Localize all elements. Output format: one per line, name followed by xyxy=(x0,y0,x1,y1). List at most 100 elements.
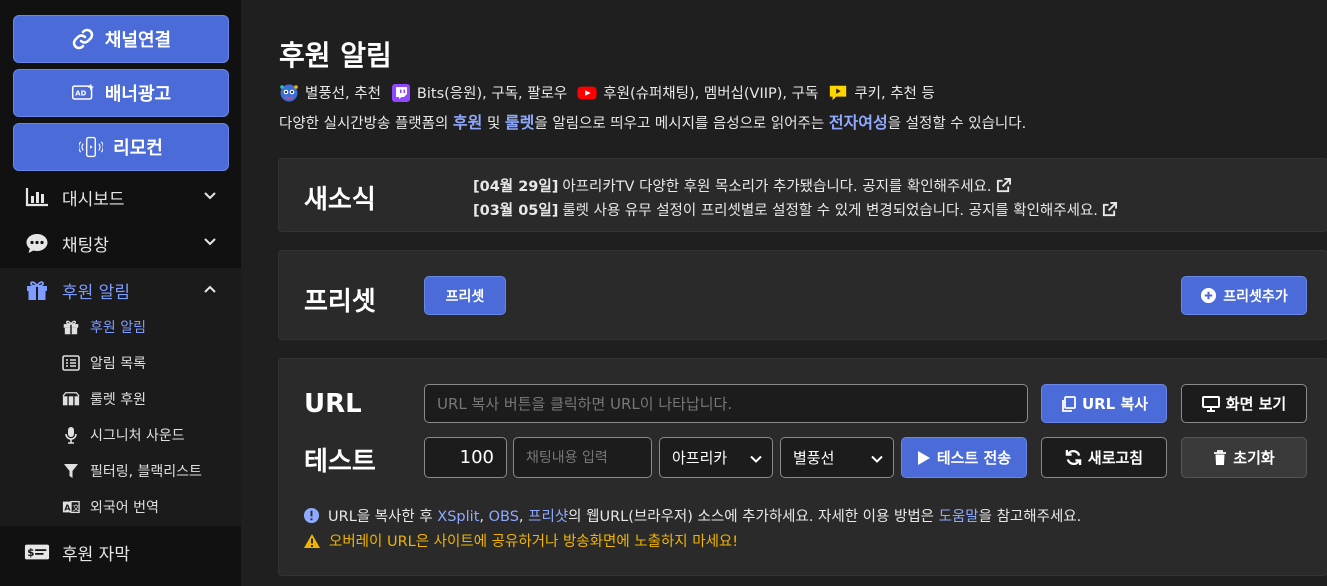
warning-note: 오버레이 URL은 사이트에 공유하거나 방송화면에 노출하지 마세요! xyxy=(303,530,738,551)
add-preset-button[interactable]: 프리셋추가 xyxy=(1181,276,1307,315)
chevron-down-icon xyxy=(204,192,216,200)
banner-ad-label: 배너광고 xyxy=(104,84,172,105)
reset-label: 초기화 xyxy=(1233,449,1275,467)
sidebar: 채널연결 AD 배너광고 리모컨 대시보드 채팅창 후원 알림 후원 알림 알림… xyxy=(0,0,241,586)
refresh-button[interactable]: 새로고침 xyxy=(1041,437,1167,478)
refresh-label: 새로고침 xyxy=(1087,449,1144,467)
donation-type-select[interactable]: 별풍선 xyxy=(780,437,894,478)
submenu-donation-alert[interactable]: 후원 알림 xyxy=(62,312,146,342)
news-item[interactable]: [04월 29일] 아프리카TV 다양한 후원 목소리가 추가됐습니다. 공지를… xyxy=(473,175,1011,196)
url-label: URL xyxy=(304,389,362,419)
preset-label: 프리셋 xyxy=(304,287,376,317)
channel-connect-button[interactable]: 채널연결 xyxy=(13,15,229,63)
service-description: 다양한 실시간방송 플랫폼의 후원 및 룰렛을 알림으로 띄우고 메시지를 음성… xyxy=(279,109,1026,133)
view-screen-button[interactable]: 화면 보기 xyxy=(1181,384,1307,423)
platform-description: 별풍선, 추천 Bits(응원), 구독, 팔로우 후원(슈퍼채팅), 멤버십(… xyxy=(279,82,935,103)
highlight-donation: 후원 xyxy=(452,113,483,132)
kakao-tv-icon xyxy=(828,83,848,103)
desc-twitch: Bits(응원), 구독, 팔로우 xyxy=(416,86,568,102)
menu-dashboard[interactable]: 대시보드 xyxy=(0,175,241,219)
submenu-translation[interactable]: A文 외국어 번역 xyxy=(62,492,159,522)
submenu-filtering[interactable]: 필터링, 블랙리스트 xyxy=(62,456,202,486)
bar-chart-icon xyxy=(24,186,50,208)
submenu-signature-sound[interactable]: 시그니처 사운드 xyxy=(62,420,185,450)
help-link[interactable]: 도움말 xyxy=(939,509,979,525)
platform-select-value: 아프리카 xyxy=(672,449,728,467)
test-label: 테스트 xyxy=(304,447,376,477)
svg-text:A: A xyxy=(64,503,71,513)
external-link-icon[interactable] xyxy=(996,178,1011,193)
main-content: 후원 알림 별풍선, 추천 Bits(응원), 구독, 팔로우 후원(슈퍼채팅)… xyxy=(241,0,1327,586)
plus-circle-icon xyxy=(1201,287,1217,304)
menu-dashboard-label: 대시보드 xyxy=(62,189,125,210)
roulette-icon xyxy=(62,391,80,407)
remote-icon xyxy=(79,136,104,158)
url-input[interactable] xyxy=(424,384,1028,423)
info-text: , xyxy=(479,509,489,525)
menu-donation-alert[interactable]: 후원 알림 xyxy=(0,268,241,312)
copy-icon xyxy=(1062,395,1076,412)
info-text: 의 웹URL(브라우저) 소스에 추가하세요. 자세한 이용 방법은 xyxy=(568,509,939,525)
chevron-up-icon xyxy=(204,285,216,293)
preset-card: 프리셋 프리셋 프리셋추가 xyxy=(278,250,1327,340)
remote-control-label: 리모컨 xyxy=(113,138,163,159)
banner-ad-button[interactable]: AD 배너광고 xyxy=(13,69,229,117)
obs-link[interactable]: OBS xyxy=(489,509,519,525)
test-send-button[interactable]: 테스트 전송 xyxy=(901,437,1027,478)
news-label: 새소식 xyxy=(304,185,376,215)
info-text: , xyxy=(518,509,529,525)
news-text: 아프리카TV 다양한 후원 목소리가 추가됐습니다. 공지를 확인해주세요. xyxy=(562,179,992,195)
submenu-alert-list[interactable]: 알림 목록 xyxy=(62,348,146,378)
submenu-roulette[interactable]: 룰렛 후원 xyxy=(62,384,146,414)
menu-chat-label: 채팅창 xyxy=(62,235,109,256)
youtube-icon xyxy=(577,83,597,103)
svg-text:$: $ xyxy=(27,548,34,559)
info-note: URL을 복사한 후 XSplit, OBS, 프리샷의 웹URL(브라우저) … xyxy=(303,505,1081,526)
warning-icon xyxy=(304,533,320,548)
menu-donation-alert-label: 후원 알림 xyxy=(62,282,130,303)
external-link-icon[interactable] xyxy=(1102,202,1117,217)
chat-bubble-icon xyxy=(24,232,50,254)
test-send-label: 테스트 전송 xyxy=(936,449,1012,467)
reset-button[interactable]: 초기화 xyxy=(1181,437,1307,478)
donation-alert-submenu: 후원 알림 알림 목록 룰렛 후원 시그니처 사운드 필터링, 블랙리스트 A文… xyxy=(0,312,241,526)
highlight-roulette: 룰렛 xyxy=(504,113,535,132)
highlight-tts: 전자여성 xyxy=(828,113,888,132)
submenu-label: 시그니처 사운드 xyxy=(90,428,185,444)
list-icon xyxy=(62,355,80,371)
refresh-icon xyxy=(1065,449,1082,466)
svg-text:AD: AD xyxy=(75,90,86,98)
news-item[interactable]: [03월 05일] 룰렛 사용 유무 설정이 프리셋별로 설정할 수 있게 변경… xyxy=(473,199,1117,220)
test-amount-input[interactable] xyxy=(424,437,507,478)
microphone-icon xyxy=(62,427,80,444)
xsplit-link[interactable]: XSplit xyxy=(437,509,479,525)
url-copy-button[interactable]: URL 복사 xyxy=(1041,384,1167,423)
preset-chip-label: 프리셋 xyxy=(445,288,485,305)
submenu-label: 외국어 번역 xyxy=(90,500,159,516)
platform-select[interactable]: 아프리카 xyxy=(659,437,773,478)
prism-link[interactable]: 프리샷 xyxy=(528,509,568,525)
menu-donation-caption[interactable]: $ 후원 자막 xyxy=(0,530,241,574)
preset-chip[interactable]: 프리셋 xyxy=(424,276,506,315)
filter-icon xyxy=(62,463,80,479)
chevron-down-icon xyxy=(750,455,762,463)
channel-connect-label: 채널연결 xyxy=(104,30,172,51)
link-icon xyxy=(72,28,94,50)
news-text: 룰렛 사용 유무 설정이 프리셋별로 설정할 수 있게 변경되었습니다. 공지를… xyxy=(562,203,1098,219)
remote-control-button[interactable]: 리모컨 xyxy=(13,123,229,171)
news-card: 새소식 [04월 29일] 아프리카TV 다양한 후원 목소리가 추가됐습니다.… xyxy=(278,158,1327,232)
info-icon xyxy=(303,507,320,524)
trash-icon xyxy=(1214,449,1227,465)
menu-donation-caption-label: 후원 자막 xyxy=(62,544,130,565)
menu-chat[interactable]: 채팅창 xyxy=(0,221,241,265)
play-icon xyxy=(917,450,930,465)
desc-text: 및 xyxy=(482,116,505,132)
donation-type-value: 별풍선 xyxy=(793,449,835,467)
chevron-down-icon xyxy=(871,455,883,463)
monitor-icon xyxy=(1201,395,1220,412)
add-preset-label: 프리셋추가 xyxy=(1223,288,1288,305)
desc-kakao: 쿠키, 추천 등 xyxy=(854,86,935,102)
test-chat-input[interactable] xyxy=(513,437,652,478)
view-screen-label: 화면 보기 xyxy=(1225,395,1287,413)
warning-text: 오버레이 URL은 사이트에 공유하거나 방송화면에 노출하지 마세요! xyxy=(329,534,739,550)
